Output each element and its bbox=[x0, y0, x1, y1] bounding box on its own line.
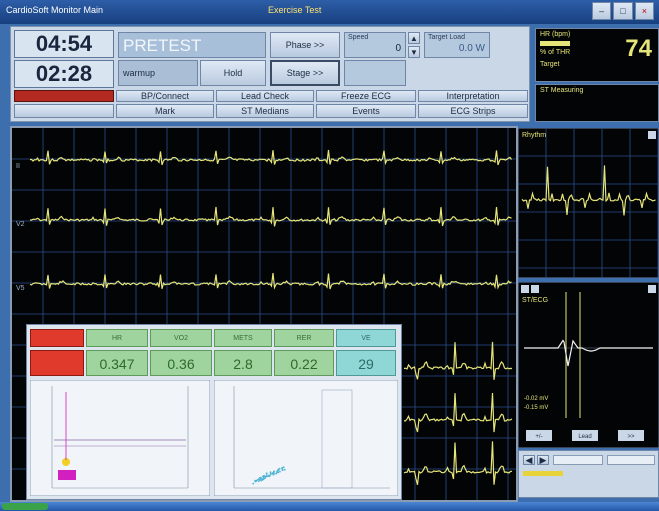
stat-header-4: RER bbox=[274, 329, 334, 347]
median-button-1-label: +/- bbox=[535, 434, 542, 440]
close-button[interactable]: × bbox=[634, 2, 654, 20]
scatter-point bbox=[265, 474, 268, 477]
maximize-button[interactable]: □ bbox=[613, 2, 633, 20]
speed-field-2 bbox=[344, 60, 406, 86]
stat-header-5: VE bbox=[336, 329, 396, 347]
info-nav-left[interactable]: ◀ bbox=[523, 455, 535, 465]
ecg-strips-button[interactable]: ECG Strips bbox=[418, 104, 528, 118]
scatter-point bbox=[262, 475, 265, 478]
lead-label-3: V5 bbox=[16, 285, 25, 292]
scatter-point bbox=[268, 474, 270, 477]
hr-panel: HR (bpm) % of THR Target 74 bbox=[535, 28, 659, 82]
app-title: CardioSoft Monitor Main bbox=[6, 5, 104, 15]
median-button-2-label: Lead bbox=[578, 434, 591, 440]
phase-button[interactable]: Phase >> bbox=[270, 32, 340, 58]
scatter-point bbox=[276, 471, 279, 473]
stat-header-1: HR bbox=[86, 329, 148, 347]
speed-field: Speed 0 bbox=[344, 32, 406, 58]
scatter-point bbox=[279, 470, 281, 473]
interpretation-button[interactable]: Interpretation bbox=[418, 90, 528, 102]
rhythm-label: Rhythm bbox=[522, 132, 546, 139]
median-zoom-in-icon[interactable] bbox=[521, 285, 529, 293]
alarm-indicator bbox=[14, 90, 114, 102]
stage-button[interactable]: Stage >> bbox=[270, 60, 340, 86]
st-measure-panel: ST Measuring bbox=[535, 84, 659, 122]
mark-button[interactable]: Mark bbox=[116, 104, 214, 118]
target-load-field: Target Load 0.0 W bbox=[424, 32, 490, 58]
stats-red-top bbox=[30, 329, 84, 347]
scatter-point bbox=[255, 479, 258, 482]
target-load-value: 0.0 W bbox=[458, 43, 485, 54]
stat-header-3: METS bbox=[214, 329, 272, 347]
blank-button[interactable] bbox=[14, 104, 114, 118]
speed-down-button[interactable]: ▼ bbox=[408, 46, 420, 58]
hr-sub1: % of THR bbox=[540, 49, 571, 56]
speed-up-button[interactable]: ▲ bbox=[408, 32, 420, 44]
phase-name: PRETEST bbox=[118, 32, 266, 58]
bp-connect-button[interactable]: BP/Connect bbox=[116, 90, 214, 102]
minimize-button[interactable]: – bbox=[592, 2, 612, 20]
hr-sub2: Target bbox=[540, 61, 560, 68]
stat-value-3: 2.8 bbox=[214, 350, 272, 376]
scatter-point bbox=[258, 478, 261, 481]
scatter-point bbox=[269, 471, 272, 474]
trend-plot-1 bbox=[30, 380, 210, 496]
target-load-label: Target Load bbox=[428, 34, 465, 41]
median-value-2: -0.15 mV bbox=[524, 405, 548, 411]
scatter-point bbox=[264, 477, 266, 480]
scatter-point bbox=[270, 473, 272, 476]
timer-total: 04:54 bbox=[14, 30, 114, 58]
median-zoom-out-icon[interactable] bbox=[531, 285, 539, 293]
scatter-point bbox=[265, 472, 268, 475]
scatter-point bbox=[262, 477, 265, 480]
stats-red-bottom bbox=[30, 350, 84, 376]
hr-value: 74 bbox=[625, 35, 652, 62]
window-title-bar: CardioSoft Monitor Main Exercise Test – … bbox=[0, 0, 659, 24]
info-panel: ◀ ▶ bbox=[518, 450, 659, 498]
speed-value: 0 bbox=[395, 43, 401, 54]
lead-check-button[interactable]: Lead Check bbox=[216, 90, 314, 102]
info-slider[interactable] bbox=[523, 471, 563, 476]
info-nav-right[interactable]: ▶ bbox=[537, 455, 549, 465]
stat-value-4: 0.22 bbox=[274, 350, 334, 376]
hr-bar bbox=[540, 41, 570, 46]
median-close-icon[interactable] bbox=[648, 285, 656, 293]
info-field-1 bbox=[553, 455, 603, 465]
rhythm-panel: Rhythm bbox=[518, 128, 659, 278]
rhythm-close-icon[interactable] bbox=[648, 131, 656, 139]
stat-value-2: 0.36 bbox=[150, 350, 212, 376]
median-button-3-label: >> bbox=[627, 434, 635, 440]
events-button[interactable]: Events bbox=[316, 104, 416, 118]
trend-plot-2 bbox=[214, 380, 398, 496]
stage-name: warmup bbox=[118, 60, 198, 86]
st-measure-label: ST Measuring bbox=[540, 87, 584, 94]
scatter-point bbox=[260, 478, 263, 481]
speed-label: Speed bbox=[348, 34, 369, 41]
freeze-ecg-button[interactable]: Freeze ECG bbox=[316, 90, 416, 102]
scatter-point bbox=[281, 468, 284, 471]
stat-value-1: 0.347 bbox=[86, 350, 148, 376]
median-value-1: -0.02 mV bbox=[524, 396, 548, 402]
hr-label: HR (bpm) bbox=[540, 31, 571, 38]
timer-stage: 02:28 bbox=[14, 60, 114, 88]
lead-label-1: II bbox=[16, 163, 20, 170]
window-title: Exercise Test bbox=[268, 5, 322, 15]
taskbar bbox=[0, 502, 659, 511]
st-medians-button[interactable]: ST Medians bbox=[216, 104, 314, 118]
scatter-point bbox=[283, 468, 286, 471]
scatter-point bbox=[273, 473, 275, 475]
scatter-point bbox=[282, 466, 285, 469]
scatter-point bbox=[273, 470, 275, 473]
info-field-2 bbox=[607, 455, 655, 465]
median-panel: ST/ECG -0.02 mV -0.15 mV +/- Lead >> bbox=[518, 282, 659, 448]
plot1-marker-magenta bbox=[58, 470, 76, 480]
start-button[interactable] bbox=[2, 503, 48, 510]
median-label: ST/ECG bbox=[522, 297, 548, 304]
hold-button[interactable]: Hold bbox=[200, 60, 266, 86]
window-controls: – □ × bbox=[592, 2, 654, 20]
stat-value-5: 29 bbox=[336, 350, 396, 376]
stat-header-2: VO2 bbox=[150, 329, 212, 347]
lead-label-2: V2 bbox=[16, 221, 25, 228]
scatter-point bbox=[252, 482, 255, 485]
